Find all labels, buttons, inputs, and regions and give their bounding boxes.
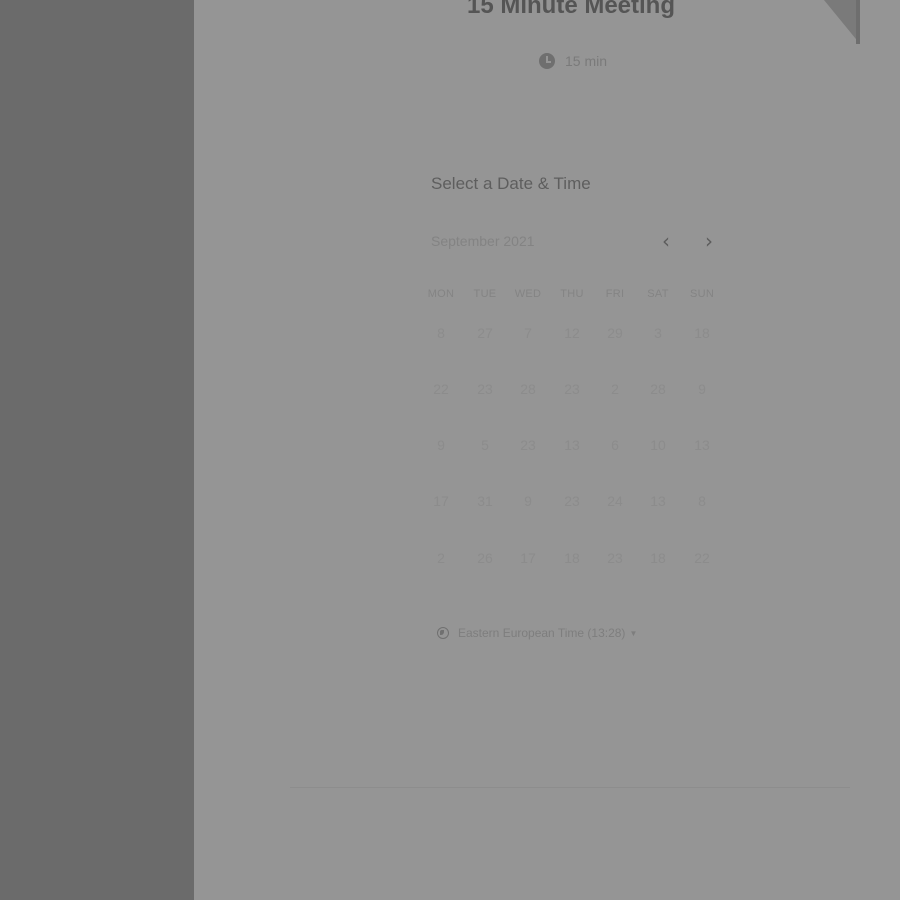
- calendar-day: 31: [477, 493, 493, 509]
- event-title: 15 Minute Meeting: [466, 0, 676, 19]
- calendar-day: 13: [650, 493, 666, 509]
- weekday-sat: SAT: [647, 288, 669, 300]
- calendar-day: 10: [650, 437, 666, 453]
- calendar-day: 18: [650, 550, 666, 566]
- calendar-day: 7: [524, 325, 532, 341]
- weekday-thu: THU: [560, 288, 584, 300]
- weekday-sun: SUN: [689, 288, 715, 300]
- footer-divider: [290, 787, 850, 788]
- globe-icon: [437, 627, 449, 639]
- weekday-wed: WED: [514, 288, 542, 300]
- weekday-fri: FRI: [605, 288, 625, 300]
- select-date-heading: Select a Date & Time: [431, 174, 591, 193]
- weekday-mon: MON: [427, 288, 455, 300]
- chevron-left-icon: ‹: [662, 229, 670, 253]
- caret-down-icon: ▼: [629, 628, 638, 638]
- timezone-label: Eastern European Time (13:28): [458, 626, 626, 640]
- calendar-day: 8: [437, 325, 445, 341]
- calendar-day: 18: [564, 550, 580, 566]
- calendar-day: 23: [477, 381, 493, 397]
- calendar-day: 26: [477, 550, 493, 566]
- clock-icon: [539, 53, 555, 69]
- next-month-button[interactable]: ›: [697, 228, 721, 254]
- calendar-day: 3: [654, 325, 662, 341]
- calendar-day: 18: [694, 325, 710, 341]
- calendar-day: 9: [698, 381, 706, 397]
- calendar-day: 5: [481, 437, 489, 453]
- calendar-day: 23: [520, 437, 536, 453]
- left-panel: [0, 0, 194, 900]
- calendar-day: 17: [520, 550, 536, 566]
- calendar-day: 8: [698, 493, 706, 509]
- chevron-right-icon: ›: [705, 229, 713, 253]
- calendar-day: 13: [564, 437, 580, 453]
- calendar-day: 9: [524, 493, 532, 509]
- calendar-day: 28: [650, 381, 666, 397]
- calendar-day: 13: [694, 437, 710, 453]
- timezone-selector[interactable]: Eastern European Time (13:28) ▼: [437, 626, 637, 640]
- calendar-day: 23: [607, 550, 623, 566]
- calendar-day: 22: [433, 381, 449, 397]
- event-duration: 15 min: [539, 53, 607, 69]
- calendar-day: 6: [611, 437, 619, 453]
- calendar-day: 28: [520, 381, 536, 397]
- calendar-day: 2: [437, 550, 445, 566]
- calendar-day: 29: [607, 325, 623, 341]
- calendar-day: 24: [607, 493, 623, 509]
- calendar-day: 23: [564, 493, 580, 509]
- calendar-day: 23: [564, 381, 580, 397]
- calendar-day: 2: [611, 381, 619, 397]
- prev-month-button[interactable]: ‹: [654, 228, 678, 254]
- month-label: September 2021: [431, 233, 535, 249]
- calendar-day: 12: [564, 325, 580, 341]
- duration-label: 15 min: [565, 53, 608, 69]
- weekday-tue: TUE: [473, 288, 497, 300]
- calendar-day: 22: [694, 550, 710, 566]
- calendar-day: 27: [477, 325, 493, 341]
- calendar-day: 9: [437, 437, 445, 453]
- calendar-day: 17: [433, 493, 449, 509]
